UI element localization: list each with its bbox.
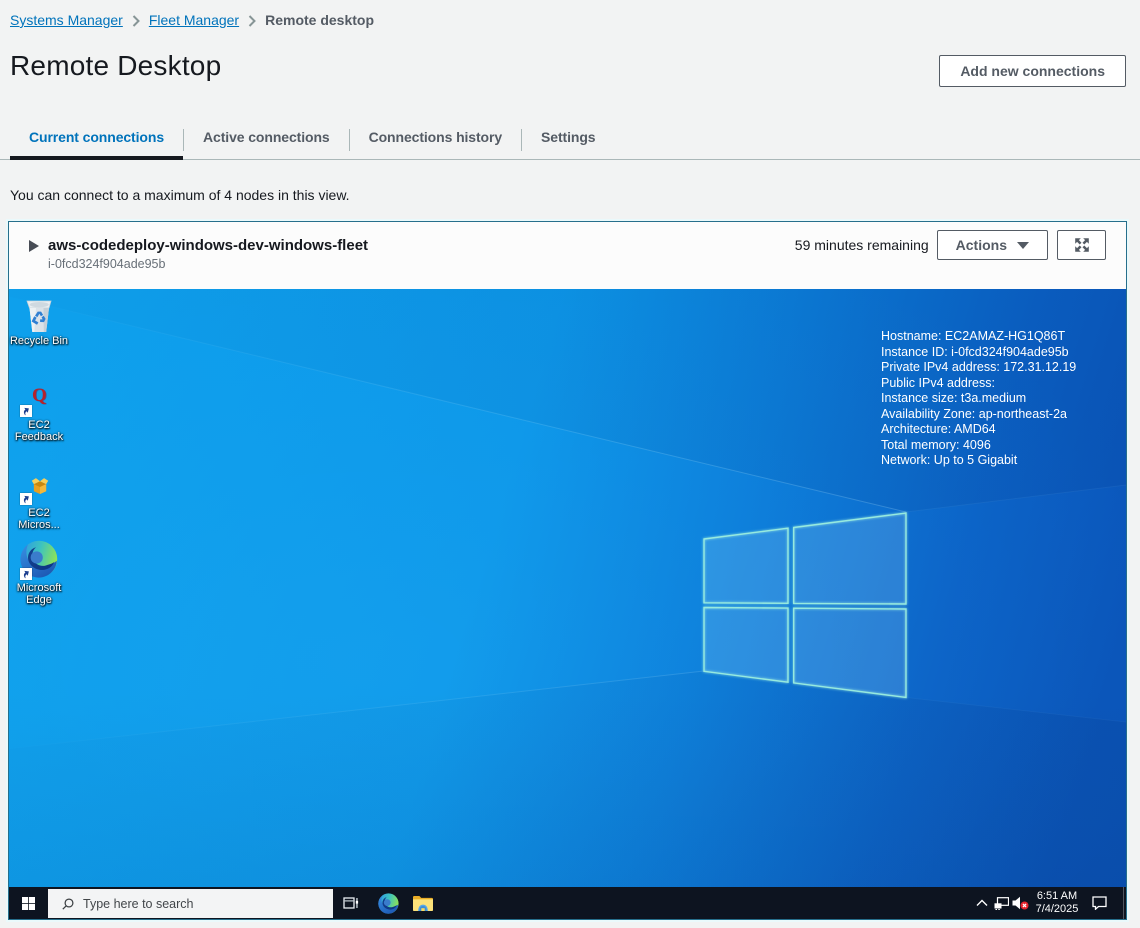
- taskbar-clock[interactable]: 6:51 AM 7/4/2025: [1031, 890, 1083, 917]
- shortcut-arrow-badge: [20, 405, 32, 417]
- connection-panel-header: aws-codedeploy-windows-dev-windows-fleet…: [9, 222, 1126, 289]
- windows-taskbar: Type here to search: [9, 887, 1126, 919]
- start-button[interactable]: [9, 887, 48, 919]
- taskbar-search-box[interactable]: Type here to search: [48, 889, 333, 918]
- taskbar-edge-button[interactable]: [370, 887, 406, 919]
- breadcrumb: Systems Manager Fleet Manager Remote des…: [10, 12, 374, 28]
- add-new-connections-button[interactable]: Add new connections: [939, 55, 1126, 87]
- desktop-icon-ec2-microsoft[interactable]: EC2Micros...: [9, 477, 71, 531]
- tray-network-icon[interactable]: [993, 897, 1010, 910]
- task-view-button[interactable]: [333, 887, 369, 919]
- file-explorer-button[interactable]: [405, 887, 441, 919]
- remote-desktop-screen[interactable]: Recycle Bin Q EC2Feedback: [9, 289, 1126, 919]
- tab-active-connections[interactable]: Active connections: [184, 121, 349, 159]
- page-title: Remote Desktop: [10, 50, 221, 82]
- fullscreen-button[interactable]: [1057, 230, 1106, 260]
- breadcrumb-current: Remote desktop: [265, 12, 374, 28]
- tab-settings[interactable]: Settings: [522, 121, 614, 159]
- time-remaining: 59 minutes remaining: [795, 237, 929, 253]
- chevron-right-icon: [132, 15, 140, 27]
- desktop-icon-ec2-feedback[interactable]: Q EC2Feedback: [9, 389, 71, 443]
- actions-button[interactable]: Actions: [937, 230, 1048, 260]
- connection-instance-id: i-0fcd324f904ade95b: [48, 256, 368, 273]
- expand-caret-icon[interactable]: [29, 240, 39, 252]
- chevron-right-icon: [248, 15, 256, 27]
- max-nodes-notice: You can connect to a maximum of 4 nodes …: [10, 187, 350, 203]
- tab-bar: Current connections Active connections C…: [0, 121, 1140, 160]
- instance-info-overlay: Hostname: EC2AMAZ-HG1Q86T Instance ID: i…: [881, 329, 1076, 469]
- recycle-bin-icon: [23, 300, 55, 333]
- connection-panel: aws-codedeploy-windows-dev-windows-fleet…: [8, 221, 1127, 920]
- file-explorer-icon: [412, 895, 434, 912]
- desktop-icon-microsoft-edge[interactable]: MicrosoftEdge: [9, 540, 71, 606]
- tab-connections-history[interactable]: Connections history: [350, 121, 521, 159]
- tray-chevron-up-icon[interactable]: [971, 899, 993, 907]
- ec2-feedback-icon: Q: [32, 386, 47, 405]
- aws-console-page: Systems Manager Fleet Manager Remote des…: [0, 0, 1140, 928]
- action-center-icon[interactable]: [1083, 896, 1115, 910]
- show-desktop-button[interactable]: [1123, 887, 1126, 919]
- caret-down-icon: [1017, 242, 1029, 249]
- task-view-icon: [343, 896, 359, 910]
- tray-volume-muted-icon[interactable]: [1010, 896, 1031, 910]
- shortcut-arrow-badge: [20, 493, 32, 505]
- desktop-icon-recycle-bin[interactable]: Recycle Bin: [9, 300, 71, 347]
- edge-logo-icon: [378, 893, 399, 914]
- package-box-icon: [31, 477, 49, 495]
- search-icon: [62, 898, 74, 910]
- connection-name: aws-codedeploy-windows-dev-windows-fleet: [48, 237, 368, 255]
- breadcrumb-link-fleet-manager[interactable]: Fleet Manager: [149, 12, 239, 28]
- breadcrumb-link-systems-manager[interactable]: Systems Manager: [10, 12, 123, 28]
- windows-start-icon: [22, 897, 35, 910]
- shortcut-arrow-badge: [20, 568, 32, 580]
- system-tray: 6:51 AM 7/4/2025: [971, 887, 1126, 919]
- fullscreen-icon: [1073, 236, 1091, 254]
- tab-current-connections[interactable]: Current connections: [10, 121, 183, 159]
